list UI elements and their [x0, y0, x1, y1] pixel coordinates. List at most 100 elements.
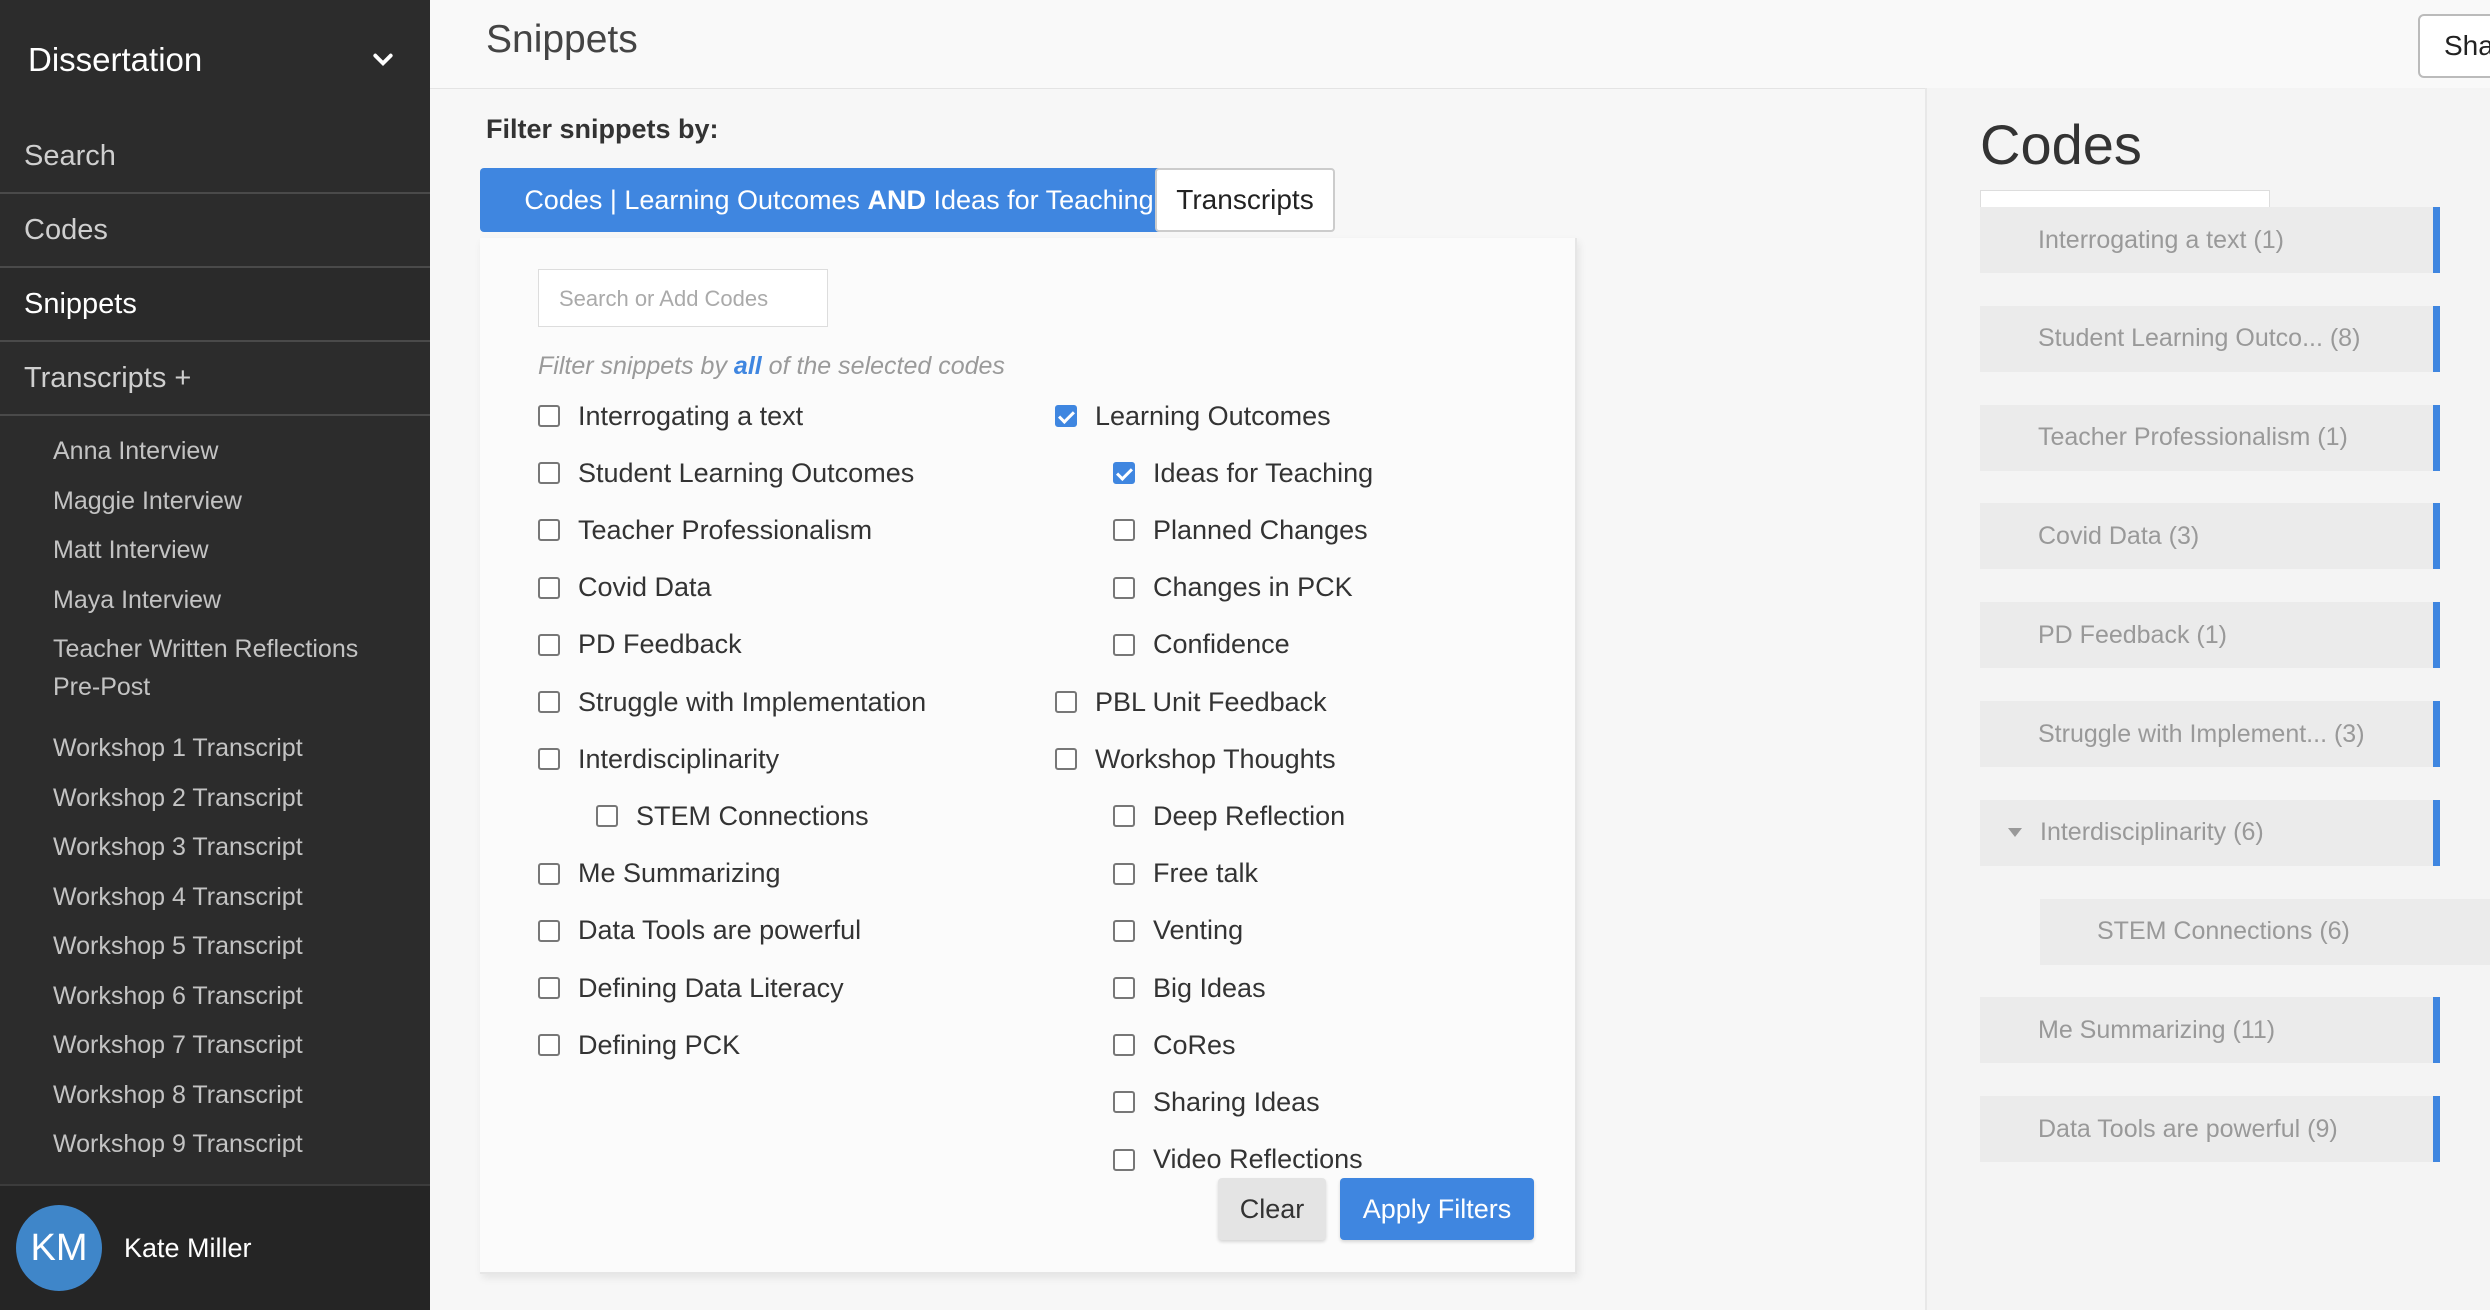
transcripts-filter-tab[interactable]: Transcripts — [1155, 168, 1335, 232]
code-filter-option[interactable]: Changes in PCK — [1113, 568, 1353, 608]
codes-panel: Codes Search or Add Codes Interrogating … — [1925, 88, 2490, 1310]
code-filter-option[interactable]: Sharing Ideas — [1113, 1082, 1320, 1122]
user-profile[interactable]: KM Kate Miller — [0, 1184, 430, 1310]
checkbox[interactable] — [1113, 977, 1135, 999]
transcript-item[interactable]: Anna Interview — [0, 426, 430, 476]
codes-filter-tab[interactable]: Codes | Learning Outcomes AND Ideas for … — [480, 168, 1198, 232]
checkbox[interactable] — [538, 1034, 560, 1057]
checkbox[interactable] — [1055, 748, 1077, 771]
transcript-item[interactable]: Maggie Interview — [0, 476, 430, 526]
nav-search[interactable]: Search — [0, 120, 430, 194]
code-card[interactable]: PD Feedback (1) — [1980, 602, 2440, 669]
checkbox[interactable] — [538, 462, 560, 485]
checkbox[interactable] — [538, 633, 560, 656]
code-filter-option[interactable]: Big Ideas — [1113, 968, 1266, 1008]
share-button[interactable]: Sha — [2418, 14, 2490, 78]
transcript-item[interactable]: Workshop 7 Transcript — [0, 1020, 430, 1070]
code-card[interactable]: Data Tools are powerful (9) — [1980, 1096, 2440, 1163]
code-card[interactable]: Me Summarizing (11) — [1980, 997, 2440, 1064]
code-filter-option[interactable]: PD Feedback — [538, 625, 742, 665]
transcript-item[interactable]: Workshop 9 Transcript — [0, 1119, 430, 1169]
checkbox[interactable] — [1113, 1148, 1135, 1171]
checkbox[interactable] — [1113, 1091, 1135, 1114]
checkbox[interactable] — [538, 519, 560, 542]
code-search-input[interactable]: Search or Add Codes — [538, 269, 828, 327]
transcript-item[interactable]: Workshop 6 Transcript — [0, 971, 430, 1021]
checkbox-label: Learning Outcomes — [1095, 400, 1331, 431]
apply-filters-button[interactable]: Apply Filters — [1340, 1178, 1534, 1240]
checkbox[interactable] — [538, 691, 560, 713]
code-filter-option[interactable]: PBL Unit Feedback — [1055, 682, 1327, 722]
code-card[interactable]: Teacher Professionalism (1) — [1980, 404, 2440, 471]
code-card[interactable]: Struggle with Implement... (3) — [1980, 701, 2440, 767]
checkbox[interactable] — [1113, 862, 1135, 885]
code-filter-option[interactable]: Video Reflections — [1113, 1140, 1363, 1180]
code-filter-option[interactable]: Interdisciplinarity — [538, 739, 779, 779]
code-filter-option[interactable]: Ideas for Teaching — [1113, 453, 1373, 493]
checkbox[interactable] — [1113, 633, 1135, 656]
checkbox[interactable] — [1113, 462, 1135, 485]
code-filter-option[interactable]: Struggle with Implementation — [538, 682, 926, 722]
code-filter-option[interactable]: Learning Outcomes — [1055, 396, 1331, 436]
code-filter-option[interactable]: Workshop Thoughts — [1055, 739, 1336, 779]
code-card[interactable]: STEM Connections (6) — [2040, 898, 2490, 965]
checkbox-label: Ideas for Teaching — [1153, 457, 1374, 488]
nav-transcripts[interactable]: Transcripts + — [0, 342, 430, 416]
transcript-item[interactable]: Matt Interview — [0, 525, 430, 575]
checkbox[interactable] — [1113, 519, 1135, 542]
transcript-item[interactable]: Workshop 2 Transcript — [0, 773, 430, 823]
chevron-down-icon[interactable] — [372, 49, 394, 71]
code-filter-option[interactable]: Deep Reflection — [1113, 796, 1345, 836]
checkbox[interactable] — [538, 576, 560, 599]
code-filter-option[interactable]: STEM Connections — [596, 796, 869, 836]
code-filter-option[interactable]: Venting — [1113, 911, 1243, 951]
checkbox[interactable] — [1113, 1034, 1135, 1057]
transcript-item[interactable]: Teacher Written Reflections Pre-Post — [0, 624, 430, 723]
code-filter-option[interactable]: Free talk — [1113, 854, 1258, 894]
code-filter-option[interactable]: Confidence — [1113, 625, 1290, 665]
code-filter-option[interactable]: Me Summarizing — [538, 854, 781, 894]
code-filter-option[interactable]: Teacher Professionalism — [538, 510, 872, 550]
transcript-item[interactable]: Workshop 4 Transcript — [0, 872, 430, 922]
transcript-item[interactable]: Workshop 1 Transcript — [0, 723, 430, 773]
code-card[interactable]: Interrogating a text (1) — [1980, 207, 2440, 273]
filter-area: Filter snippets by: Codes | Learning Out… — [430, 88, 1930, 1310]
transcript-item[interactable]: Workshop 5 Transcript — [0, 921, 430, 971]
code-filter-option[interactable]: Defining PCK — [538, 1025, 740, 1065]
transcript-item[interactable]: Workshop 3 Transcript — [0, 822, 430, 872]
checkbox[interactable] — [538, 977, 560, 999]
code-card[interactable]: Covid Data (3) — [1980, 503, 2440, 570]
checkbox[interactable] — [1055, 405, 1077, 427]
code-filter-option[interactable]: Interrogating a text — [538, 396, 803, 436]
filter-hint-emphasis[interactable]: all — [734, 352, 762, 380]
checkbox[interactable] — [1113, 919, 1135, 942]
filter-hint-after: of the selected codes — [761, 352, 1005, 380]
checkbox[interactable] — [538, 862, 560, 885]
code-card[interactable]: Interdisciplinarity (6) — [1980, 799, 2440, 866]
transcript-item[interactable]: Workshop 8 Transcript — [0, 1070, 430, 1120]
code-card-label: Data Tools are powerful (9) — [2038, 1114, 2338, 1143]
transcript-item[interactable]: Maya Interview — [0, 575, 430, 625]
clear-button[interactable]: Clear — [1218, 1178, 1326, 1240]
code-card[interactable]: Student Learning Outco... (8) — [1980, 305, 2440, 372]
caret-down-icon[interactable] — [2008, 827, 2022, 838]
avatar[interactable]: KM — [16, 1205, 102, 1291]
nav-codes[interactable]: Codes — [0, 194, 430, 268]
checkbox[interactable] — [538, 748, 560, 771]
code-filter-option[interactable]: Data Tools are powerful — [538, 911, 861, 951]
code-filter-option[interactable]: Planned Changes — [1113, 510, 1368, 550]
project-switcher[interactable]: Dissertation — [0, 0, 430, 120]
checkbox[interactable] — [1113, 576, 1135, 599]
nav-snippets[interactable]: Snippets — [0, 268, 430, 342]
page-title: Snippets — [486, 18, 638, 61]
code-filter-option[interactable]: Covid Data — [538, 568, 712, 608]
code-filter-option[interactable]: CoRes — [1113, 1025, 1236, 1065]
checkbox[interactable] — [538, 405, 560, 427]
code-filter-option[interactable]: Defining Data Literacy — [538, 968, 844, 1008]
checkbox[interactable] — [1055, 691, 1077, 713]
checkbox[interactable] — [596, 805, 618, 828]
code-filter-option[interactable]: Student Learning Outcomes — [538, 453, 914, 493]
code-card-label: STEM Connections (6) — [2097, 917, 2350, 946]
checkbox[interactable] — [538, 919, 560, 942]
checkbox[interactable] — [1113, 805, 1135, 828]
